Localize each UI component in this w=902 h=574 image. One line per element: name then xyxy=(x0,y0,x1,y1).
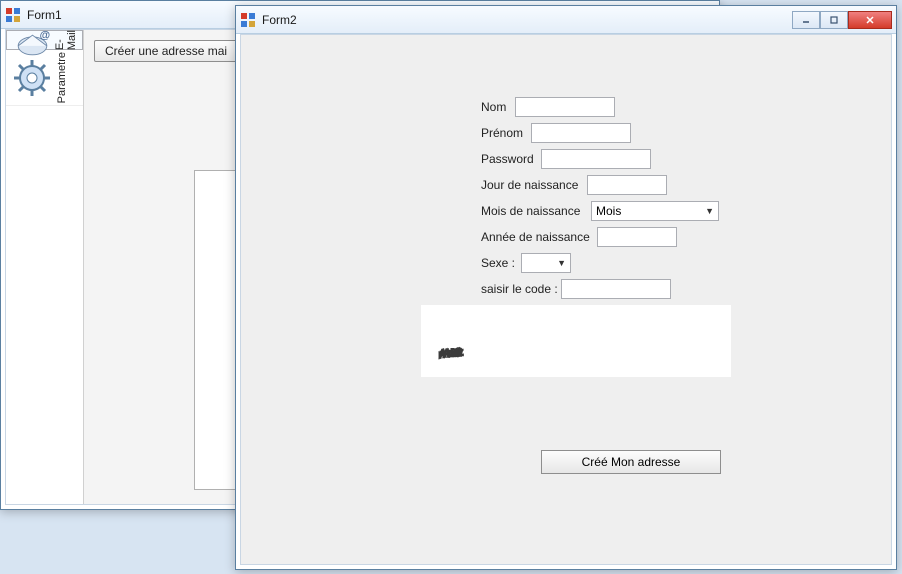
captcha-text: rAAn5d8z xyxy=(436,345,464,359)
form2-titlebar[interactable]: Form2 xyxy=(236,6,896,34)
code-label: saisir le code : xyxy=(481,282,561,296)
row-jour: Jour de naissance xyxy=(481,173,861,197)
submit-button[interactable]: Créé Mon adresse xyxy=(541,450,721,474)
captcha-image: rAAn5d8z xyxy=(421,305,731,377)
row-nom: Nom xyxy=(481,95,861,119)
app-icon xyxy=(240,12,256,28)
row-sexe: Sexe : ▼ xyxy=(481,251,861,275)
chevron-down-icon: ▼ xyxy=(705,206,714,216)
row-annee: Année de naissance xyxy=(481,225,861,249)
sidebar-item-email[interactable]: @ E-Mail xyxy=(6,30,83,50)
submit-label: Créé Mon adresse xyxy=(582,455,681,469)
password-input[interactable] xyxy=(541,149,651,169)
annee-input[interactable] xyxy=(597,227,677,247)
nom-input[interactable] xyxy=(515,97,615,117)
create-address-button[interactable]: Créer une adresse mai xyxy=(94,40,238,62)
gear-icon xyxy=(8,54,56,102)
row-password: Password xyxy=(481,147,861,171)
sidebar-item-parametre[interactable]: Parametre xyxy=(6,50,83,106)
prenom-label: Prénom xyxy=(481,126,531,140)
mois-select[interactable]: Mois ▼ xyxy=(591,201,719,221)
row-code: saisir le code : xyxy=(481,277,861,301)
chevron-down-icon: ▼ xyxy=(557,258,566,268)
jour-label: Jour de naissance xyxy=(481,178,587,192)
annee-label: Année de naissance xyxy=(481,230,597,244)
sidebar-item-label: E-Mail xyxy=(54,28,78,52)
nom-label: Nom xyxy=(481,100,515,114)
code-input[interactable] xyxy=(561,279,671,299)
sexe-select[interactable]: ▼ xyxy=(521,253,571,273)
form2-title: Form2 xyxy=(262,13,792,27)
jour-input[interactable] xyxy=(587,175,667,195)
form1-sidebar: @ E-Mail Parametre xyxy=(6,30,84,504)
close-button[interactable] xyxy=(848,11,892,29)
prenom-input[interactable] xyxy=(531,123,631,143)
password-label: Password xyxy=(481,152,541,166)
form2-window: Form2 Nom Prénom Password Jour de naissa… xyxy=(235,5,897,570)
sexe-label: Sexe : xyxy=(481,256,521,270)
svg-text:@: @ xyxy=(40,29,50,41)
form2-window-buttons xyxy=(792,11,892,29)
sidebar-item-label: Parametre xyxy=(56,50,68,105)
maximize-button[interactable] xyxy=(820,11,848,29)
row-prenom: Prénom xyxy=(481,121,861,145)
form2-fields: Nom Prénom Password Jour de naissance Mo… xyxy=(481,95,861,303)
mois-selected: Mois xyxy=(596,204,621,218)
row-mois: Mois de naissance Mois ▼ xyxy=(481,199,861,223)
mois-label: Mois de naissance xyxy=(481,204,591,218)
form2-client: Nom Prénom Password Jour de naissance Mo… xyxy=(240,34,892,565)
minimize-button[interactable] xyxy=(792,11,820,29)
